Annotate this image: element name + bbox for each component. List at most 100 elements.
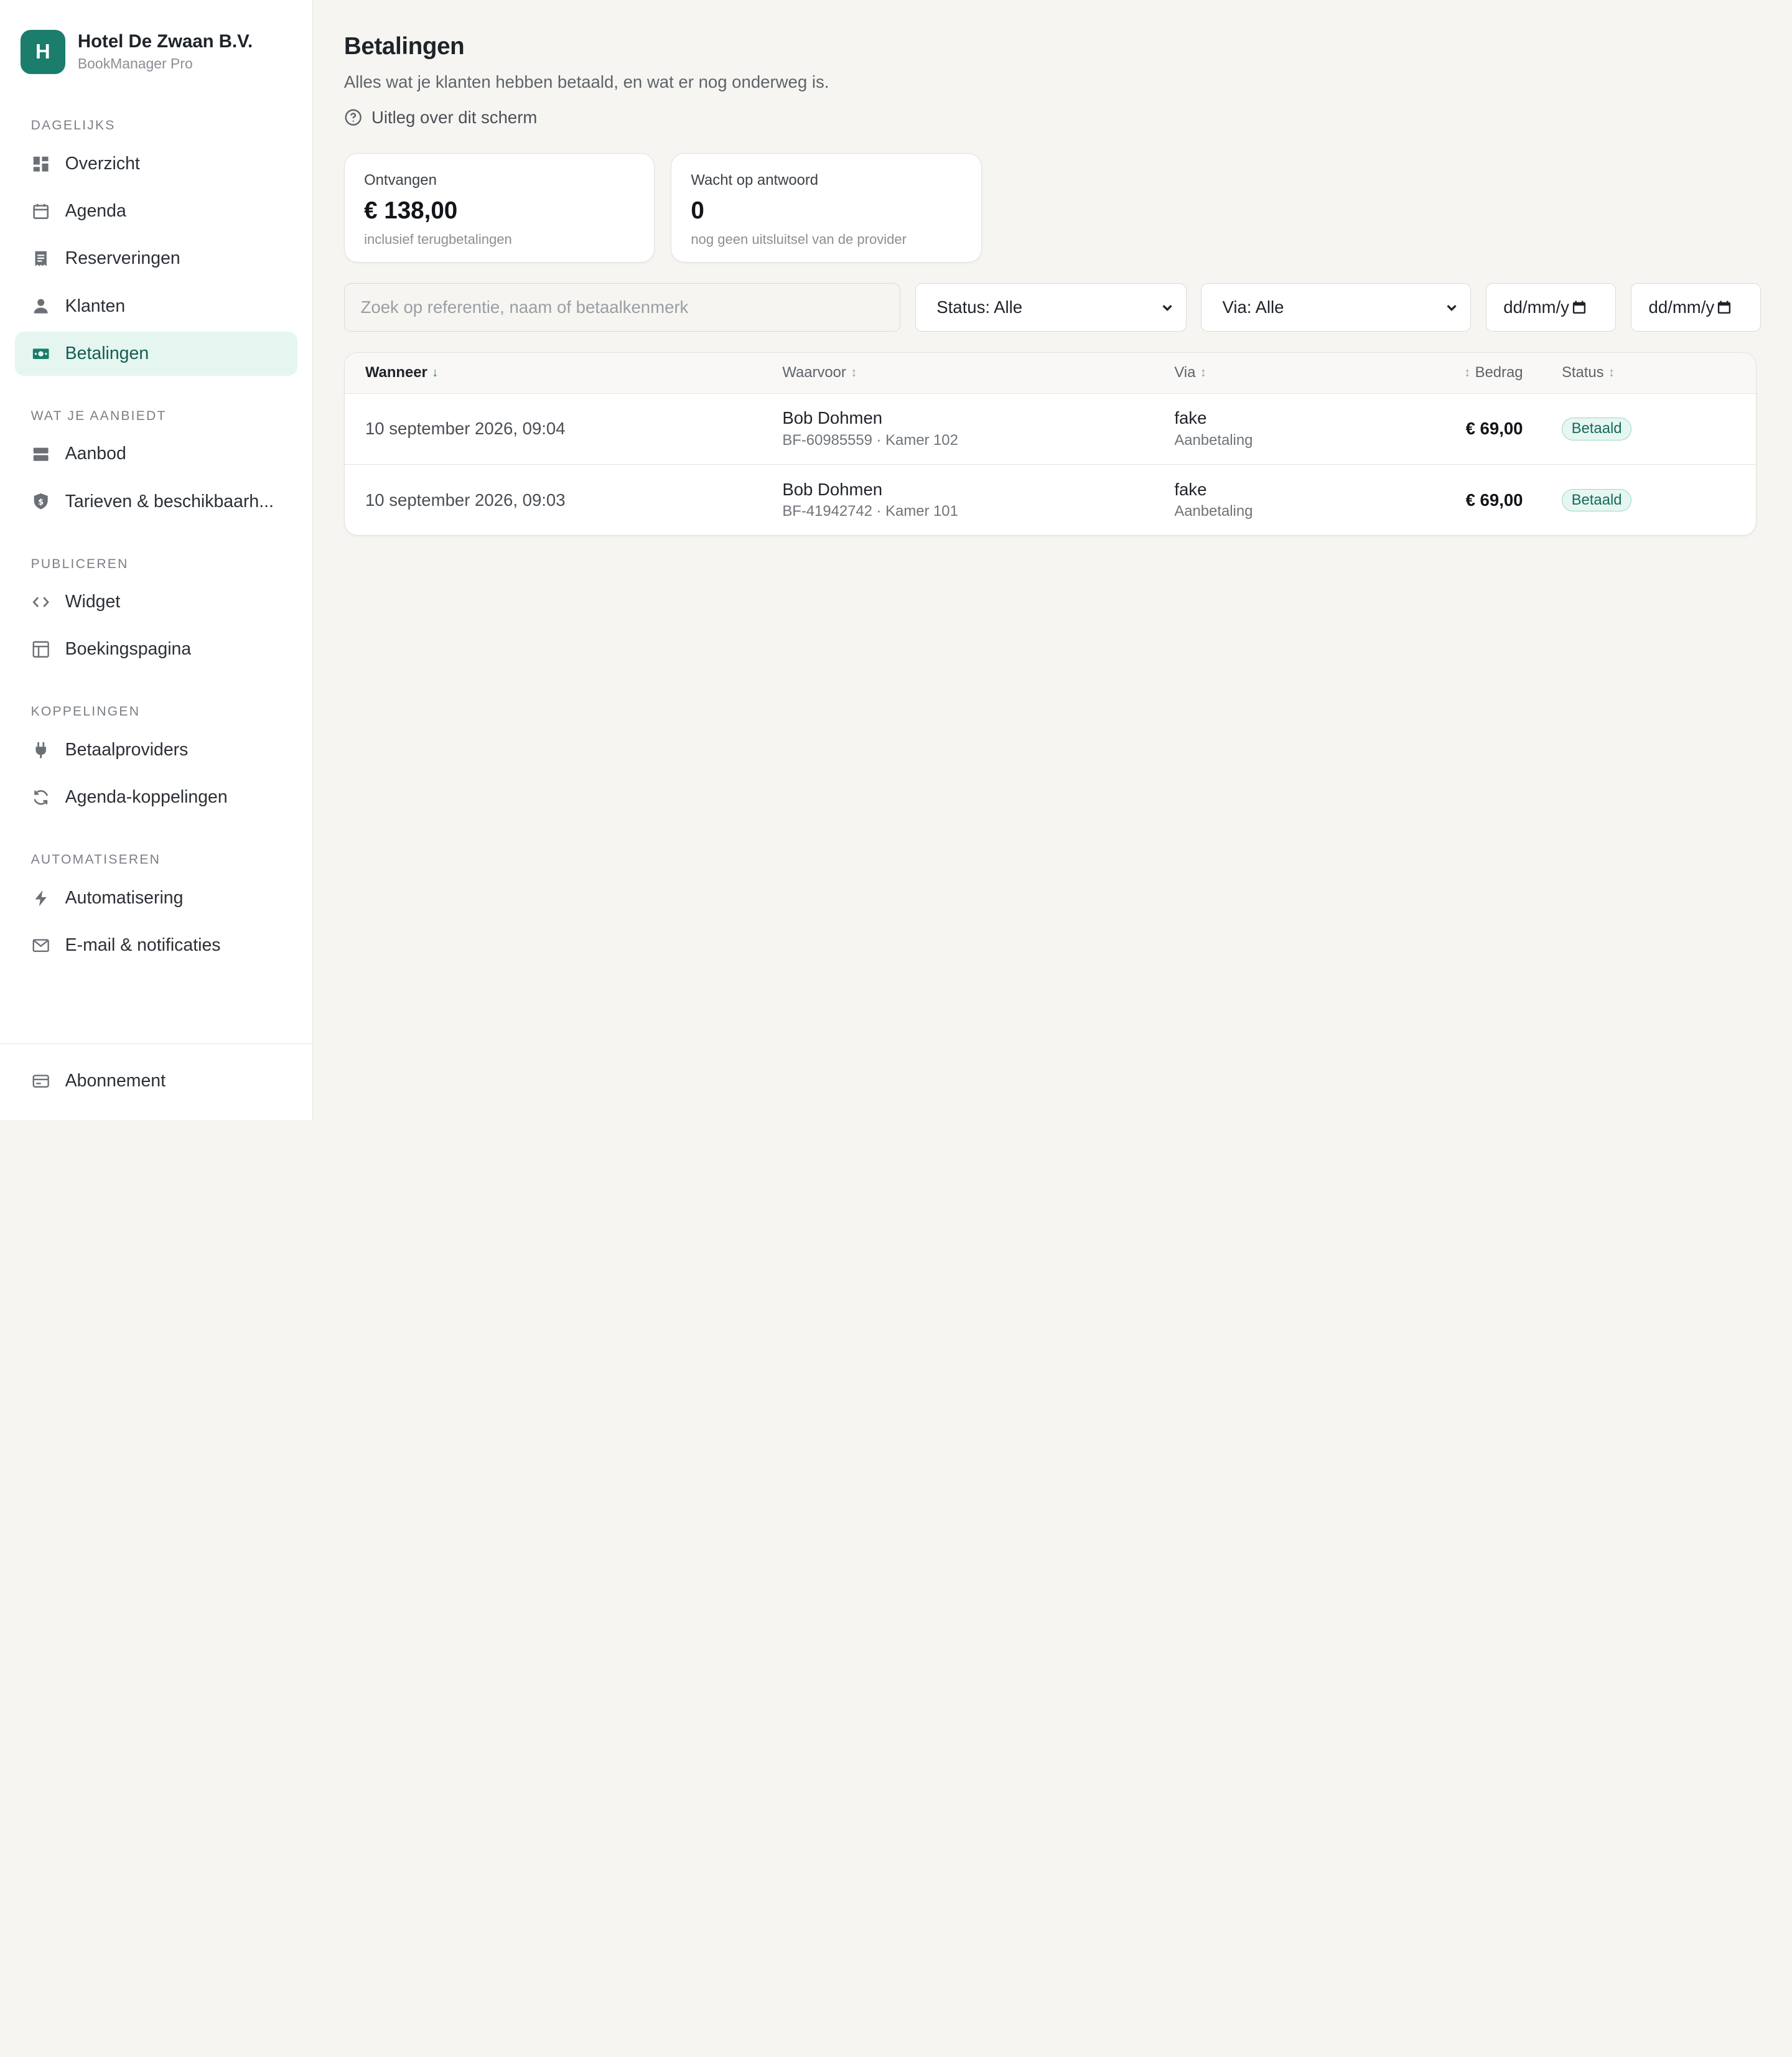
sidebar: H Hotel De Zwaan B.V. BookManager Pro DA… [0, 0, 314, 1120]
stat-value: € 138,00 [364, 197, 458, 225]
mail-icon [32, 936, 50, 954]
sidebar-item-widget[interactable]: Widget [15, 580, 298, 625]
sidebar-item-abonnement[interactable]: Abonnement [15, 1059, 298, 1104]
column-header-when[interactable]: Wanneer ↓ [345, 364, 782, 381]
calendar-icon [1572, 301, 1585, 314]
sidebar-item-tarieven-beschikbaarh[interactable]: $ Tarieven & beschikbaarh... [15, 479, 298, 524]
sidebar-item-betalingen[interactable]: Betalingen [14, 331, 298, 376]
date-to-value: dd/mm/y [1648, 297, 1715, 317]
stat-value: 0 [691, 197, 704, 225]
sidebar-item-overzicht[interactable]: Overzicht [15, 142, 298, 187]
cell-amount: € 69,00 [1465, 419, 1523, 439]
table-row[interactable]: 10 september 2026, 09:03 Bob Dohmen BF-4… [345, 465, 1756, 536]
sidebar-item-aanbod[interactable]: Aanbod [15, 432, 298, 477]
sort-icon: ↕ [1464, 365, 1471, 380]
sidebar-item-label: Aanbod [65, 444, 126, 464]
sidebar-item-agenda-koppelingen[interactable]: Agenda-koppelingen [15, 775, 298, 820]
sort-icon: ↕ [1200, 365, 1206, 380]
cell-customer-name: Bob Dohmen [782, 408, 883, 428]
status-select[interactable]: Status: Alle [915, 283, 1187, 332]
cell-booking-detail: BF-41942742 · Kamer 101 [782, 503, 958, 520]
sidebar-item-label: Agenda-koppelingen [65, 787, 228, 808]
brand-text: Hotel De Zwaan B.V. BookManager Pro [78, 30, 253, 74]
sidebar-nav: DAGELIJKS Overzicht Agenda Reserveringen Kla… [0, 85, 312, 971]
nav-section: AUTOMATISEREN Automatisering E-mail & noti… [0, 851, 312, 968]
help-circle-icon [345, 110, 362, 126]
column-header-label: Bedrag [1475, 364, 1523, 381]
nav-section: KOPPELINGEN Betaalproviders Agenda-koppeli… [0, 702, 312, 819]
column-header-label: Status [1561, 364, 1604, 381]
chevron-down-icon [1162, 305, 1172, 312]
sidebar-bottom: Abonnement [0, 1043, 313, 1120]
sidebar-item-automatisering[interactable]: Automatisering [15, 876, 298, 921]
nav-section: WAT JE AANBIEDT Aanbod $ Tarieven & beschik… [0, 407, 312, 524]
status-badge: Betaald [1561, 488, 1632, 512]
stack-icon [32, 445, 50, 463]
dashboard-icon [32, 155, 50, 173]
sidebar-item-reserveringen[interactable]: Reserveringen [15, 236, 298, 281]
calendar-icon [1717, 301, 1730, 314]
sidebar-item-label: Klanten [65, 296, 126, 316]
stat-card-pending: Wacht op antwoord 0 nog geen uitsluitsel… [671, 153, 982, 263]
brand-product: BookManager Pro [77, 55, 193, 72]
bolt-icon [32, 889, 50, 907]
date-from-input[interactable]: dd/mm/y [1485, 283, 1617, 332]
sidebar-item-label: Betaalproviders [65, 740, 189, 760]
sidebar-item-label: Overzicht [65, 154, 140, 174]
sync-icon [32, 788, 50, 806]
calendar-icon [32, 202, 50, 220]
person-icon [32, 297, 50, 315]
date-to-input[interactable]: dd/mm/y [1630, 283, 1762, 332]
date-from-value: dd/mm/y [1503, 297, 1569, 317]
brand-name: Hotel De Zwaan B.V. [77, 30, 253, 52]
cell-via-provider: fake [1174, 408, 1207, 428]
sort-icon: ↕ [1608, 365, 1615, 380]
column-header-label: Via [1174, 364, 1196, 381]
main-content: Betalingen Alles wat je klanten hebben b… [313, 0, 1792, 1120]
status-badge: Betaald [1561, 417, 1632, 441]
sidebar-item-label: Tarieven & beschikbaarh... [65, 491, 274, 511]
nav-section-label: KOPPELINGEN [30, 704, 141, 719]
credit-card-icon [32, 1072, 50, 1090]
help-link[interactable]: Uitleg over dit scherm [344, 106, 1761, 129]
sidebar-item-klanten[interactable]: Klanten [15, 284, 298, 329]
brand-logo: H [21, 29, 65, 75]
sidebar-item-label: Betalingen [65, 343, 149, 363]
column-header-status[interactable]: Status ↕ [1523, 364, 1695, 381]
column-header-amount[interactable]: ↕ Bedrag [1403, 364, 1523, 381]
receipt-icon [32, 250, 50, 268]
sidebar-item-boekingspagina[interactable]: Boekingspagina [15, 627, 298, 672]
sidebar-item-e-mail-notificaties[interactable]: E-mail & notificaties [15, 923, 298, 968]
sidebar-item-agenda[interactable]: Agenda [15, 189, 298, 234]
stat-label: Wacht op antwoord [691, 171, 819, 189]
table-row[interactable]: 10 september 2026, 09:04 Bob Dohmen BF-6… [344, 394, 1757, 465]
page-title: Betalingen [343, 33, 465, 60]
stat-hint: inclusief terugbetalingen [364, 231, 512, 248]
column-header-via[interactable]: Via ↕ [1174, 364, 1402, 381]
stat-card-received: Ontvangen € 138,00 inclusief terugbetali… [343, 153, 655, 263]
app-root: H Hotel De Zwaan B.V. BookManager Pro DA… [0, 0, 1792, 1120]
nav-section: DAGELIJKS Overzicht Agenda Reserveringen Kla… [0, 116, 312, 376]
cell-when: 10 september 2026, 09:03 [365, 490, 566, 510]
nav-section-label: DAGELIJKS [30, 118, 116, 133]
stats-row: Ontvangen € 138,00 inclusief terugbetali… [343, 153, 1761, 263]
brand[interactable]: H Hotel De Zwaan B.V. BookManager Pro [0, 0, 312, 85]
cell-amount: € 69,00 [1465, 490, 1523, 510]
column-header-label: Wanneer [365, 364, 427, 381]
cell-status: Betaald [1523, 417, 1695, 441]
cell-via-type: Aanbetaling [1174, 431, 1253, 449]
status-select-value: Status: Alle [936, 297, 1023, 317]
payments-table: Wanneer ↓ Waarvoor ↕ Via ↕ ↕ Bedrag Stat… [343, 352, 1757, 536]
search-input[interactable] [343, 283, 901, 332]
sort-desc-icon: ↓ [432, 365, 439, 380]
plug-icon [32, 741, 50, 759]
page-subtitle: Alles wat je klanten hebben betaald, en … [343, 72, 829, 91]
via-select[interactable]: Via: Alle [1201, 283, 1471, 332]
column-header-what[interactable]: Waarvoor ↕ [782, 364, 1174, 381]
table-header: Wanneer ↓ Waarvoor ↕ Via ↕ ↕ Bedrag Stat… [344, 352, 1757, 394]
help-link-label: Uitleg over dit scherm [371, 108, 538, 128]
nav-section-label: PUBLICEREN [30, 556, 129, 571]
sidebar-item-betaalproviders[interactable]: Betaalproviders [15, 728, 298, 773]
layout-icon [32, 640, 50, 658]
nav-section: PUBLICEREN Widget Boekingspagina [0, 555, 312, 672]
